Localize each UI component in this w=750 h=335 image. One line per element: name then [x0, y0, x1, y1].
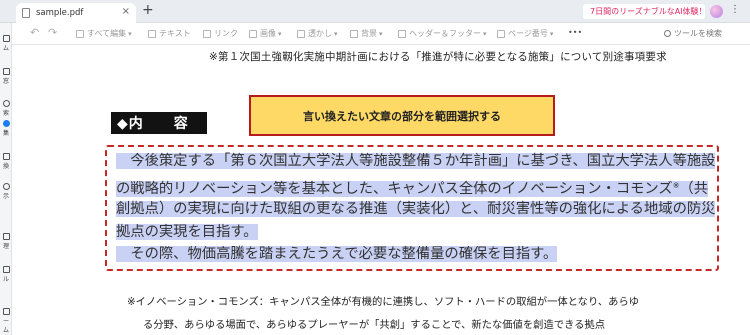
page-number-icon: [497, 29, 505, 38]
tab-label: sample.pdf: [36, 8, 84, 18]
text-icon: [148, 29, 156, 38]
page-number-button[interactable]: ページ番号 ▾: [497, 28, 553, 39]
search-icon: [664, 30, 671, 37]
background-label: 背景: [361, 29, 377, 38]
page-number-label: ページ番号: [508, 29, 548, 38]
selected-text: その際、物価高騰を踏まえたうえで必要な整備量の確保を目指す。: [116, 246, 558, 262]
image-button[interactable]: 画像 ▾: [249, 28, 282, 39]
edit-toolbar: ↶ ↷ すべて編集 ▾ テキスト リンク 画像 ▾ 透かし ▾ 背景 ▾ ヘッダ…: [0, 23, 750, 45]
note-top: ※第１次国土強靱化実施中期計画における「推進が特に必要となる施策」について別途事…: [209, 51, 667, 63]
new-tab-button[interactable]: +: [142, 2, 154, 18]
watermark-label: 透かし: [308, 29, 332, 38]
selected-text: の戦略的リノベーション等を基本とした、キャンパス全体のイノベーション・コモンズ※…: [116, 181, 709, 197]
close-tab-icon[interactable]: ×: [122, 6, 130, 17]
chevron-down-icon: ▾: [549, 29, 554, 38]
footnote-line-2: る分野、あらゆる場面で、あらゆるプレーヤーが「共創」することで、新たな価値を創造…: [143, 319, 606, 331]
sidebar-item-3[interactable]: 索: [1, 100, 11, 117]
background-button[interactable]: 背景 ▾: [350, 28, 383, 39]
image-label: 画像: [260, 29, 276, 38]
organize-icon: [2, 233, 10, 240]
edit-all-button[interactable]: すべて編集 ▾: [76, 28, 132, 39]
sidebar-label: 換: [2, 163, 9, 170]
home-icon: [2, 35, 10, 42]
left-sidebar: ム 窓 索 集 換 示 理 ル ーム: [0, 23, 12, 335]
watermark-icon: [297, 29, 305, 38]
redo-button[interactable]: ↷: [48, 26, 57, 39]
tools-icon: [2, 266, 10, 273]
sidebar-item-7[interactable]: 理: [1, 233, 11, 250]
edit-icon: [2, 120, 10, 127]
sidebar-label: 索: [2, 110, 9, 117]
sidebar-item-1[interactable]: ム: [1, 35, 11, 52]
instruction-callout: 言い換えたい文章の部分を範囲選択する: [249, 95, 555, 136]
promo-text: 7日間のリーズナブルなAI体験！: [590, 7, 707, 16]
tab-bar: sample.pdf × + 7日間のリーズナブルなAI体験！ ⋮: [0, 0, 750, 23]
pdf-file-icon: [22, 8, 30, 18]
search-icon: [2, 100, 10, 107]
sidebar-label: 集: [2, 130, 9, 137]
selected-line-1[interactable]: 今後策定する「第６次国立大学法人等施設整備５か年計画」に基づき、国立大学法人等施…: [116, 151, 716, 171]
form-icon: [2, 308, 10, 315]
tool-search-input[interactable]: ツールを検索: [664, 28, 722, 39]
sidebar-label: 示: [2, 193, 9, 200]
selected-text-part: （共: [679, 181, 709, 197]
ai-promo-banner[interactable]: 7日間のリーズナブルなAI体験！: [583, 4, 707, 19]
sidebar-item-6[interactable]: 示: [1, 183, 11, 200]
image-icon: [249, 29, 257, 38]
text-button[interactable]: テキスト: [148, 28, 191, 39]
chevron-down-icon: ▾: [278, 29, 282, 38]
window-icon: [2, 68, 10, 75]
chevron-down-icon: ▾: [128, 29, 132, 38]
sidebar-item-8[interactable]: ル: [1, 266, 11, 283]
watermark-button[interactable]: 透かし ▾: [297, 28, 338, 39]
more-menu-icon[interactable]: ⋮: [730, 4, 740, 15]
convert-icon: [2, 153, 10, 160]
sidebar-item-2[interactable]: 窓: [1, 68, 11, 85]
sidebar-item-4[interactable]: 集: [1, 120, 11, 137]
sidebar-item-5[interactable]: 換: [1, 153, 11, 170]
edit-all-icon: [76, 29, 84, 38]
sidebar-label: ーム: [2, 318, 9, 334]
background-icon: [350, 29, 358, 38]
undo-button[interactable]: ↶: [30, 26, 39, 39]
chevron-down-icon: ▾: [379, 29, 383, 38]
header-footer-icon: [398, 29, 406, 38]
selected-text: 創拠点）の実現に向けた取組の更なる推進（実装化）と、耐災害性等の強化による地域の…: [116, 201, 716, 217]
header-footer-button[interactable]: ヘッダー＆フッター ▾: [398, 28, 487, 39]
chevron-down-icon: ▾: [334, 29, 338, 38]
selected-line-2[interactable]: の戦略的リノベーション等を基本とした、キャンパス全体のイノベーション・コモンズ※…: [116, 176, 709, 199]
more-tools-button[interactable]: •••: [568, 28, 582, 37]
sidebar-item-9[interactable]: ーム: [1, 308, 11, 334]
footnote-line-1: ※イノベーション・コモンズ：キャンパス全体が有機的に連携し、ソフト・ハードの取組…: [127, 296, 640, 308]
sidebar-label: 窓: [2, 78, 9, 85]
sidebar-label: ル: [2, 276, 9, 283]
tool-search-label: ツールを検索: [674, 29, 722, 38]
section-heading: ◆内 容: [111, 112, 207, 134]
selected-text: 拠点の実現を目指す。: [116, 224, 258, 240]
selected-line-4[interactable]: 拠点の実現を目指す。: [116, 222, 258, 242]
selected-text: 今後策定する「第６次国立大学法人等施設整備５か年計画」に基づき、国立大学法人等施…: [116, 153, 716, 169]
chevron-down-icon: ▾: [483, 29, 487, 38]
selected-line-5[interactable]: その際、物価高騰を踏まえたうえで必要な整備量の確保を目指す。: [116, 244, 558, 264]
avatar[interactable]: [710, 5, 723, 18]
header-footer-label: ヘッダー＆フッター: [409, 29, 481, 38]
edit-all-label: すべて編集: [87, 29, 127, 38]
sidebar-label: 理: [2, 243, 9, 250]
link-button[interactable]: リンク: [203, 28, 238, 39]
selected-line-3[interactable]: 創拠点）の実現に向けた取組の更なる推進（実装化）と、耐災害性等の強化による地域の…: [116, 199, 716, 219]
link-icon: [203, 29, 211, 38]
selected-text-part: の戦略的リノベーション等を基本とした、キャンパス全体のイノベーション・コモンズ: [116, 181, 673, 197]
sidebar-label: ム: [2, 45, 9, 52]
text-label: テキスト: [159, 29, 191, 38]
link-label: リンク: [214, 29, 238, 38]
tab-sample-pdf[interactable]: sample.pdf ×: [16, 3, 136, 23]
view-icon: [2, 183, 10, 190]
